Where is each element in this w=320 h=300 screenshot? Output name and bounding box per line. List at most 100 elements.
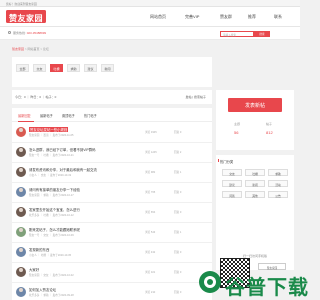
post-replies: 回复 2 — [174, 151, 182, 154]
post-panel: 发表新帖 主题 帖子 56 812 — [216, 90, 294, 150]
new-post-label: 发表新帖 — [244, 102, 265, 109]
site-header: 赞友家园 网站首页 完善VIP 赞友群 推荐 联系 — [0, 7, 300, 27]
category-all[interactable]: 全部 — [16, 64, 29, 72]
category-label: 交友 — [36, 67, 43, 71]
post-row[interactable]: 如何加入赞友论坛欢乐多多 ｜ 求助 ｜ 发布于2020-09-28 浏览 210 回… — [12, 283, 212, 300]
avatar[interactable] — [16, 186, 26, 197]
post-row[interactable]: 请发布资讯和分享，对于最后和我有一起交流 小女人 ｜ 交友 ｜ 发布于2020-1… — [12, 163, 212, 183]
post-meta: 欢乐多多 ｜ 求助 ｜ 发布于2020-09-28 — [29, 294, 74, 297]
category-rant[interactable]: 吐槽 — [50, 64, 63, 72]
post-row[interactable]: 赞友论坛发帖一些小规则 赞友家园 ｜ 置顶 ｜ 发布于2020-11-05 浏览 3… — [12, 123, 212, 143]
hot-tag[interactable]: 吐槽 — [245, 169, 265, 176]
hot-tag[interactable]: 其他 — [245, 191, 265, 198]
site-logo[interactable]: 赞友家园 — [6, 10, 46, 23]
category-label: 全部 — [19, 67, 26, 71]
post-meta: 小女人 ｜ 吐槽 ｜ 发布于2020-10-05 — [29, 254, 72, 257]
search-button-label: 搜索 — [259, 32, 265, 36]
watermark-logo-icon — [199, 271, 221, 293]
category-help[interactable]: 求助 — [67, 64, 80, 72]
search-input[interactable]: 请输入搜索 — [220, 30, 254, 37]
watermark-text: 谷普下载 — [225, 277, 309, 299]
post-replies: 回复 0 — [174, 251, 182, 254]
category-news[interactable]: 新闻 — [101, 64, 114, 72]
hot-tag[interactable]: 问答 — [222, 191, 242, 198]
post-title[interactable]: 怎么进群，我已经下订单，但看不到VIP群码 — [29, 147, 96, 152]
avatar[interactable] — [16, 226, 26, 237]
hot-tag[interactable]: 新闻 — [245, 180, 265, 187]
avatar[interactable] — [16, 246, 26, 257]
post-meta: 小女人 ｜ 交友 ｜ 发布于2020-10-19 — [29, 174, 72, 177]
post-row[interactable]: 发现新的东西 小女人 ｜ 吐槽 ｜ 发布于2020-10-05 浏览 432 回复 0 — [12, 243, 212, 263]
tab-hot[interactable]: 热门帖子 — [84, 113, 97, 118]
hot-tag[interactable]: 交友 — [222, 169, 242, 176]
post-title[interactable]: 大家好 — [29, 267, 39, 272]
post-meta: 赞友家园 ｜ 交友 ｜ 发布于2020-10-02 — [29, 274, 74, 277]
post-title[interactable]: 发现新的东西 — [29, 247, 49, 252]
search-placeholder: 请输入搜索 — [223, 33, 236, 37]
breadcrumb: 赞友家园 > 网站首页 > 论坛 — [12, 47, 49, 51]
post-views: 浏览 982 — [145, 171, 156, 174]
tab-latest-reply[interactable]: 最新回复 — [18, 113, 31, 118]
post-title[interactable]: 刚来发帖子，怎么才能跟她联系呢 — [29, 227, 80, 232]
post-views: 浏览 210 — [145, 291, 156, 294]
post-replies: 回复 0 — [174, 291, 182, 294]
post-title[interactable]: 赞友论坛发帖一些小规则 — [29, 126, 69, 132]
post-row[interactable]: 大家好 赞友家园 ｜ 交友 ｜ 发布于2020-10-02 浏览 321 回复 0 — [12, 263, 212, 283]
post-row[interactable]: 请问有有接单的朋友分享一下经验 赞友家园 ｜ 求助 ｜ 发布于2020-10-17… — [12, 183, 212, 203]
post-replies: 回复 0 — [174, 271, 182, 274]
avatar[interactable] — [16, 166, 26, 177]
category-dating[interactable]: 交友 — [33, 64, 46, 72]
category-suggest[interactable]: 建议 — [84, 64, 97, 72]
post-title[interactable]: 请发布资讯和分享，对于最后和我有一起交流 — [29, 167, 97, 172]
avatar[interactable] — [16, 146, 26, 157]
location-pin-icon — [8, 31, 11, 34]
nav-recommend[interactable]: 推荐 — [248, 14, 256, 20]
post-list: 最新回复 最新帖子 置顶帖子 热门帖子 赞友论坛发帖一些小规则赞友家园 ｜ 置顶… — [12, 108, 212, 300]
tab-latest-post[interactable]: 最新帖子 — [40, 113, 53, 118]
stats-actions[interactable]: 发帖 | 搜索帖子 — [186, 95, 206, 99]
stat-label-posts: 帖子 — [266, 122, 273, 126]
post-row[interactable]: 发家里去开始这个宝宝，怎么进行 欢乐多多 ｜ 吐槽 ｜ 发布于2020-10-12… — [12, 203, 212, 223]
breadcrumb-home[interactable]: 赞友家园 — [12, 47, 24, 51]
nav-contact[interactable]: 联系 — [274, 14, 282, 20]
nav-vip[interactable]: 完善VIP — [185, 14, 199, 20]
post-meta: 赞友一号 ｜ 交友 ｜ 发布于2020-10-09 — [29, 234, 74, 237]
hot-tag-label: 公告 — [275, 193, 281, 198]
hot-tag-label: 新闻 — [252, 182, 258, 187]
hot-tag[interactable]: 活动 — [268, 180, 288, 187]
post-views: 浏览 765 — [145, 191, 156, 194]
nav-group[interactable]: 赞友群 — [220, 14, 232, 20]
stat-value-topics: 56 — [234, 130, 239, 135]
hot-tag[interactable]: 求助 — [268, 169, 288, 176]
nav-home[interactable]: 网站首页 — [150, 14, 166, 20]
post-meta: 赞友家园 ｜ 求助 ｜ 发布于2020-10-17 — [29, 194, 74, 197]
hot-tag[interactable]: 公告 — [268, 191, 288, 198]
post-meta: 赞友一号 ｜ 吐槽 ｜ 发布于2020-10-21 — [29, 154, 74, 157]
avatar[interactable] — [16, 206, 26, 217]
avatar[interactable] — [16, 286, 26, 297]
post-title[interactable]: 如何加入赞友论坛 — [29, 287, 56, 292]
post-replies: 回复 0 — [174, 131, 182, 134]
breadcrumb-item[interactable]: 网站首页 — [27, 47, 39, 51]
breadcrumb-item[interactable]: 论坛 — [43, 47, 49, 51]
post-title[interactable]: 请问有有接单的朋友分享一下经验 — [29, 187, 80, 192]
avatar[interactable] — [16, 126, 26, 137]
post-meta: 赞友家园 ｜ 置顶 ｜ 发布于2020-11-05 — [29, 134, 74, 137]
category-label: 吐槽 — [53, 67, 60, 71]
post-row[interactable]: 怎么进群，我已经下订单，但看不到VIP群码 赞友一号 ｜ 吐槽 ｜ 发布于2020… — [12, 143, 212, 163]
hot-categories-panel: 热门分类 交友 吐槽 求助 建议 新闻 活动 问答 其他 公告 扫一扫访问手机版 — [216, 155, 294, 270]
hot-tag-label: 其他 — [252, 193, 258, 198]
post-views: 浏览 654 — [145, 211, 156, 214]
post-title[interactable]: 发家里去开始这个宝宝，怎么进行 — [29, 207, 80, 212]
avatar[interactable] — [16, 266, 26, 277]
post-views: 浏览 1245 — [145, 151, 157, 154]
hot-categories-title: 热门分类 — [217, 159, 234, 164]
hot-tag-label: 交友 — [229, 171, 235, 176]
post-row[interactable]: 刚来发帖子，怎么才能跟她联系呢 赞友一号 ｜ 交友 ｜ 发布于2020-10-09… — [12, 223, 212, 243]
watermark: 谷普下载 — [197, 269, 308, 299]
hot-tag[interactable]: 建议 — [222, 180, 242, 187]
tab-pinned[interactable]: 置顶帖子 — [62, 113, 75, 118]
hot-tag-label: 求助 — [275, 171, 281, 176]
search-button[interactable]: 搜索 — [254, 30, 270, 37]
new-post-button[interactable]: 发表新帖 — [228, 98, 282, 112]
